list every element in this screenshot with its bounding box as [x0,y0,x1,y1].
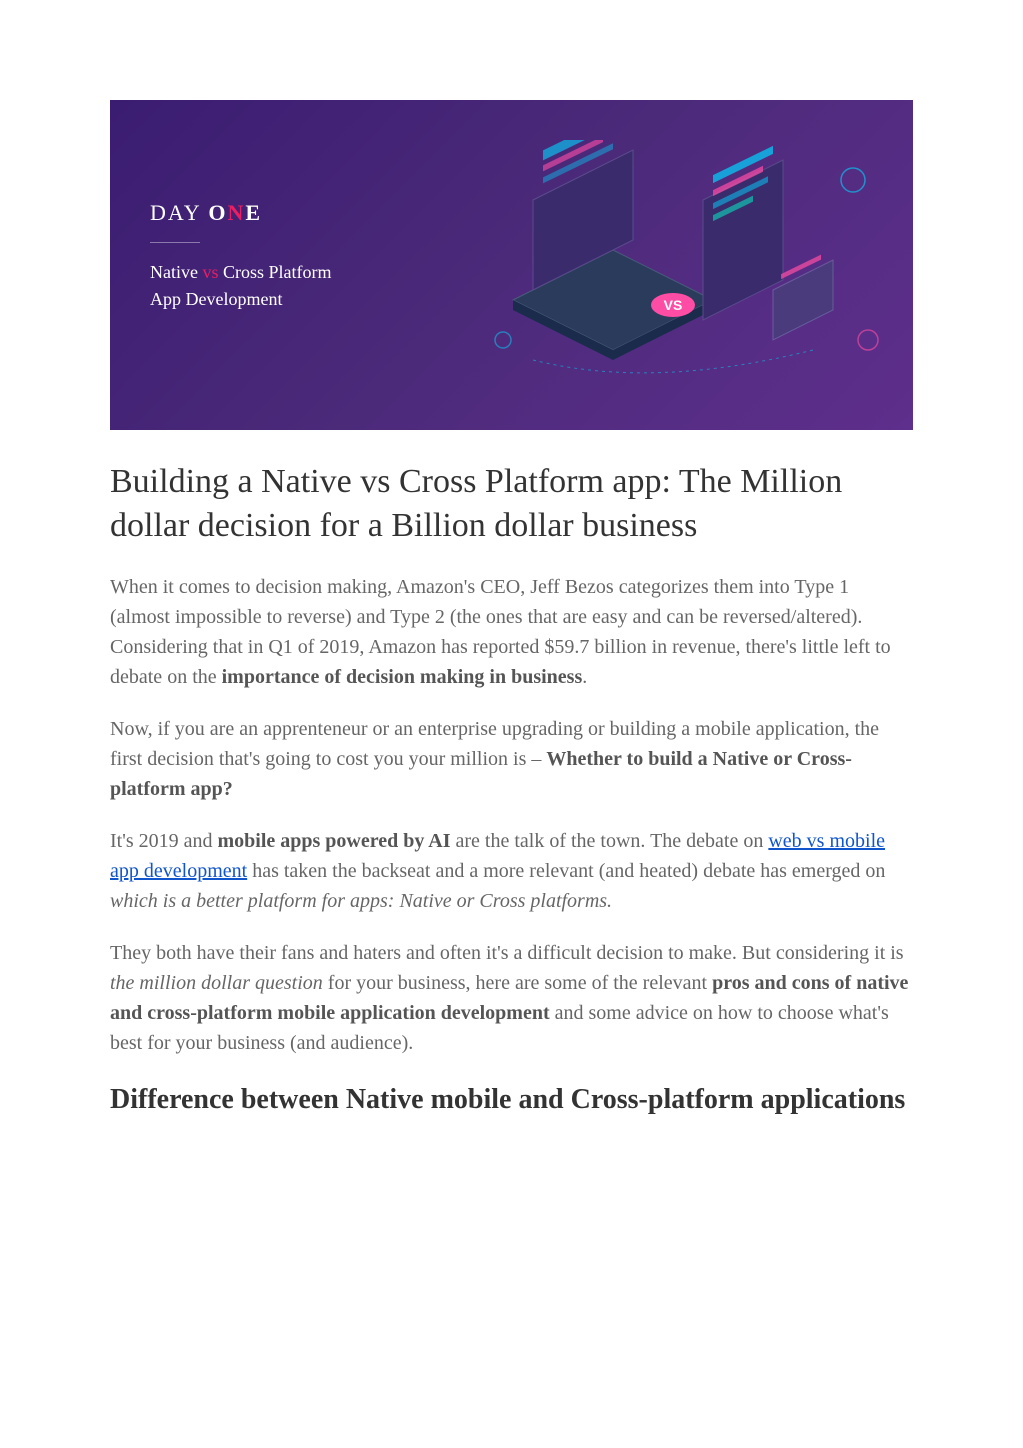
subtitle-part2: Cross Platform [219,262,332,282]
logo-text-1: DAY [150,200,208,225]
article-title: Building a Native vs Cross Platform app:… [110,460,913,548]
p3-italic: which is a better platform for apps: Nat… [110,890,612,912]
paragraph-4: They both have their fans and haters and… [110,938,913,1058]
logo-accent: N [227,200,245,225]
logo-text-2: O [208,200,227,225]
p3-text3: has taken the backseat and a more releva… [247,860,885,882]
p3-text1: It's 2019 and [110,830,217,852]
banner-divider [150,242,200,243]
p1-text2: . [582,666,587,688]
p4-text2: for your business, here are some of the … [323,972,712,994]
subtitle-line2: App Development [150,289,282,309]
paragraph-2: Now, if you are an apprenteneur or an en… [110,714,913,804]
paragraph-3: It's 2019 and mobile apps powered by AI … [110,826,913,916]
banner-subtitle: Native vs Cross Platform App Development [150,259,332,313]
banner-logo: DAY ONE [150,200,332,226]
subtitle-vs: vs [202,262,218,282]
hero-banner: DAY ONE Native vs Cross Platform App Dev… [110,100,913,430]
logo-text-3: E [245,200,262,225]
p3-bold1: mobile apps powered by AI [217,830,450,852]
p4-italic: the million dollar question [110,972,323,994]
svg-text:VS: VS [664,297,683,313]
p4-text1: They both have their fans and haters and… [110,942,904,964]
paragraph-1: When it comes to decision making, Amazon… [110,572,913,692]
p1-bold: importance of decision making in busines… [222,666,583,688]
banner-illustration: VS [473,140,893,400]
banner-text-block: DAY ONE Native vs Cross Platform App Dev… [150,200,332,313]
subtitle-part1: Native [150,262,202,282]
p3-text2: are the talk of the town. The debate on [451,830,769,852]
section-heading: Difference between Native mobile and Cro… [110,1082,913,1118]
